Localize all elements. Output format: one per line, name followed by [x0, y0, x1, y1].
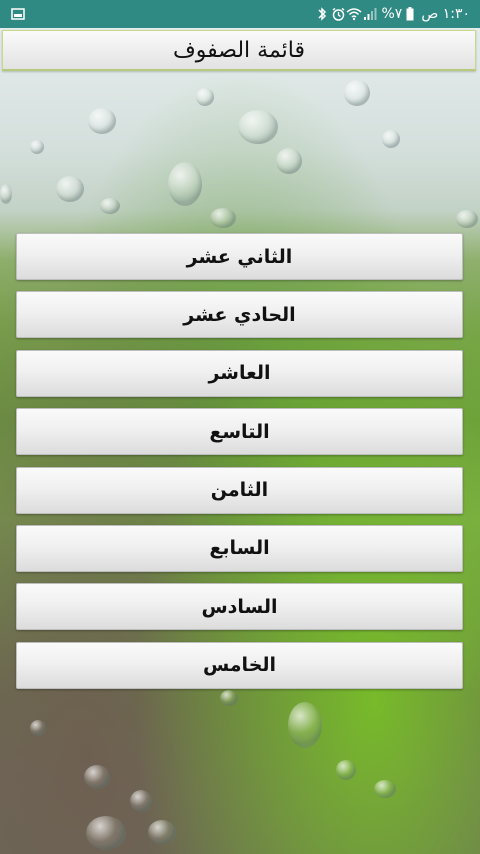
raindrop	[30, 720, 46, 736]
gallery-notification-icon	[10, 6, 26, 22]
raindrop	[0, 184, 12, 204]
raindrop	[238, 110, 278, 144]
bluetooth-icon	[314, 6, 330, 22]
raindrop	[168, 162, 202, 206]
raindrop	[288, 702, 322, 748]
raindrop	[196, 88, 214, 106]
grades-list: الثاني عشر الحادي عشر العاشر التاسع الثا…	[16, 233, 463, 700]
grade-button-sixth[interactable]: السادس	[16, 583, 463, 631]
battery-percent: %٧	[381, 6, 403, 22]
grade-button-label: السادس	[201, 595, 278, 618]
grade-button-ninth[interactable]: التاسع	[16, 408, 463, 456]
grade-button-tenth[interactable]: العاشر	[16, 349, 463, 397]
status-time: ١:٣٠ ص	[421, 6, 470, 22]
raindrop	[100, 198, 120, 214]
page-header: قائمة الصفوف	[2, 30, 476, 71]
raindrop	[210, 208, 236, 228]
grade-button-label: الثامن	[210, 479, 269, 502]
grade-button-label: التاسع	[209, 420, 270, 443]
signal-icon	[362, 6, 378, 22]
battery-icon	[405, 6, 415, 22]
status-bar-right: %٧ ١:٣٠ ص	[314, 6, 470, 22]
grade-button-label: الثاني عشر	[186, 245, 293, 268]
raindrop	[84, 765, 110, 789]
raindrop	[56, 176, 84, 202]
grade-button-label: الحادي عشر	[183, 303, 296, 326]
status-bar: %٧ ١:٣٠ ص	[0, 0, 480, 28]
raindrop	[344, 80, 370, 106]
grade-button-twelfth[interactable]: الثاني عشر	[16, 233, 463, 280]
grade-button-eleventh[interactable]: الحادي عشر	[16, 291, 463, 339]
grade-button-seventh[interactable]: السابع	[16, 524, 463, 572]
raindrop	[276, 148, 302, 174]
raindrop	[374, 780, 396, 798]
raindrop	[336, 760, 356, 780]
status-bar-left	[10, 6, 26, 22]
alarm-icon	[330, 6, 346, 22]
grade-button-label: العاشر	[208, 362, 271, 385]
raindrop	[88, 108, 116, 134]
grade-button-fifth[interactable]: الخامس	[16, 641, 463, 689]
raindrop	[86, 816, 126, 850]
raindrop	[148, 820, 176, 844]
raindrop	[30, 140, 44, 154]
wifi-icon	[346, 6, 362, 22]
raindrop	[456, 210, 478, 228]
grade-button-eighth[interactable]: الثامن	[16, 466, 463, 514]
raindrop	[382, 130, 400, 148]
grade-button-label: السابع	[209, 537, 270, 560]
raindrop	[130, 790, 152, 812]
grade-button-label: الخامس	[202, 654, 277, 677]
page-title: قائمة الصفوف	[172, 37, 306, 63]
